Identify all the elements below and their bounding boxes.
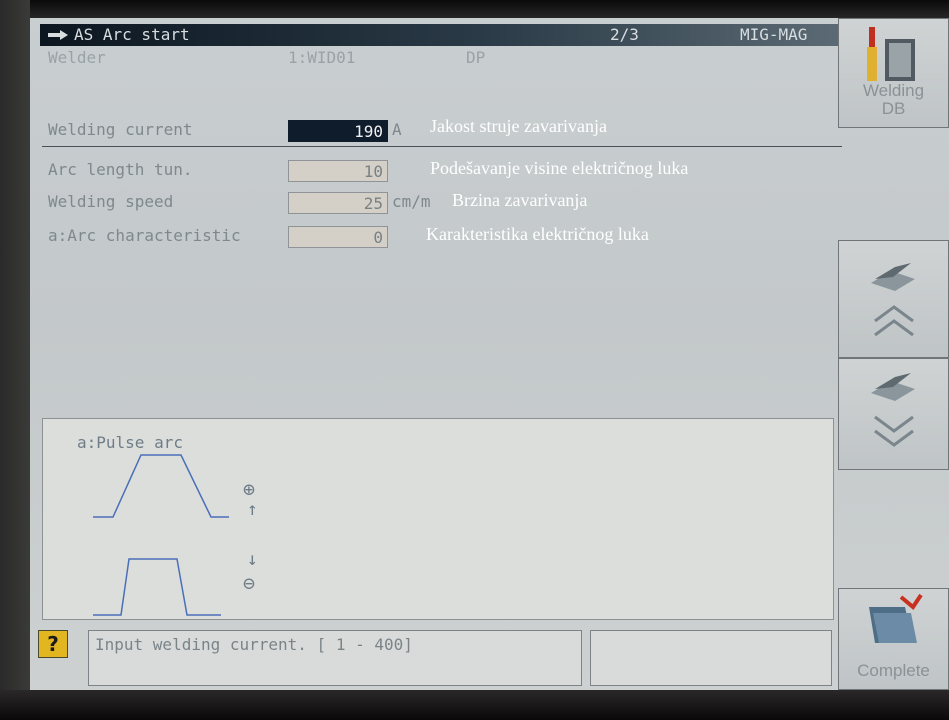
increase-icon: ⊕ <box>243 477 256 501</box>
page-indicator: 2/3 <box>610 25 639 44</box>
arc-characteristic-label: a:Arc characteristic <box>48 226 241 245</box>
screen-title: AS Arc start <box>74 25 190 44</box>
monitor-bezel-bottom <box>0 690 949 720</box>
edit-book-icon-2 <box>871 373 915 401</box>
welder-label: Welder <box>48 48 106 67</box>
edit-book-icon <box>871 263 915 291</box>
decrease-icon: ⊖ <box>243 571 256 595</box>
complete-button[interactable]: Complete <box>838 588 949 690</box>
welding-current-field[interactable]: 190 <box>288 120 388 142</box>
arc-characteristic-annotation: Karakteristika električnog luka <box>426 224 649 244</box>
arc-characteristic-field[interactable]: 0 <box>288 226 388 248</box>
page-up-button[interactable] <box>838 240 949 358</box>
welding-speed-unit: cm/m <box>392 192 431 211</box>
welding-speed-label: Welding speed <box>48 192 174 211</box>
welding-db-button[interactable]: Welding DB <box>838 18 949 128</box>
welding-current-unit: A <box>392 120 402 139</box>
page-down-button[interactable] <box>838 358 949 470</box>
title-bar: AS Arc start 2/3 MIG-MAG <box>40 24 840 46</box>
welding-current-annotation: Jakost struje zavarivanja <box>430 116 607 136</box>
welding-speed-annotation: Brzina zavarivanja <box>452 190 588 210</box>
monitor-bezel-top <box>0 0 949 20</box>
process-mode: MIG-MAG <box>740 25 808 44</box>
pulse-waveform-diagram <box>93 454 229 616</box>
monitor-bezel-left <box>0 0 30 720</box>
arc-length-field[interactable]: 10 <box>288 160 388 182</box>
chevron-double-up-icon <box>874 305 914 337</box>
divider <box>42 146 842 147</box>
complete-label: Complete <box>857 661 930 680</box>
arc-length-label: Arc length tun. <box>48 160 193 179</box>
pendant-screen: AS Arc start 2/3 MIG-MAG Welder 1:WID01 … <box>30 18 949 690</box>
status-message-text: Input welding current. [ 1 - 400] <box>95 635 413 654</box>
chevron-double-down-icon <box>874 415 914 447</box>
arc-length-annotation: Podešavanje visine električnog luka <box>430 158 689 178</box>
arrow-up-icon: ↑ <box>247 499 258 520</box>
arrow-down-icon: ↓ <box>247 549 258 570</box>
arc-diagram-panel: a:Pulse arc ⊕ ↑ ↓ ⊖ <box>42 418 834 620</box>
welding-speed-field[interactable]: 25 <box>288 192 388 214</box>
status-secondary <box>590 630 832 686</box>
folder-check-icon <box>869 593 923 643</box>
welding-db-label-2: DB <box>881 99 906 118</box>
welder-id: 1:WID01 <box>288 48 356 67</box>
welding-db-icon <box>867 27 915 81</box>
help-icon[interactable]: ? <box>38 630 68 658</box>
status-message: Input welding current. [ 1 - 400] <box>88 630 582 686</box>
welder-type: DP <box>466 48 486 67</box>
welding-db-label-1: Welding <box>862 81 925 100</box>
welding-current-label: Welding current <box>48 120 193 139</box>
